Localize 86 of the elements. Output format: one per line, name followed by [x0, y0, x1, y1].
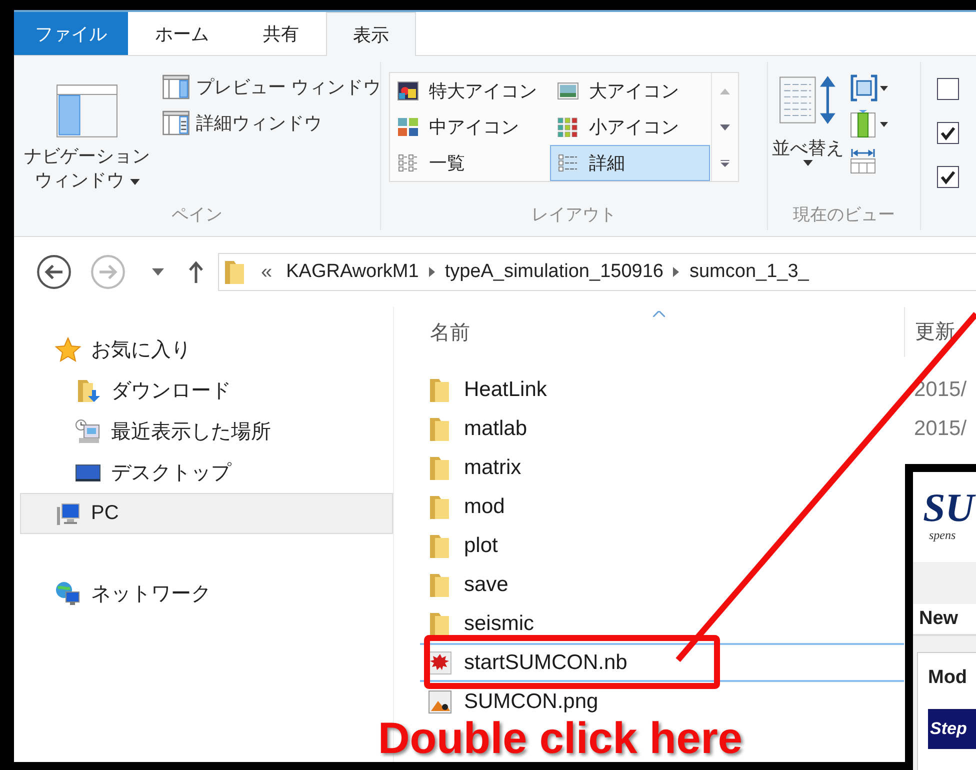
nav-item[interactable]: デスクトップ	[20, 452, 393, 493]
list-icon	[397, 153, 419, 173]
recent-places-icon	[75, 418, 101, 444]
file-row[interactable]: save	[420, 565, 904, 604]
file-name: matrix	[464, 456, 522, 480]
image-file-icon	[428, 688, 452, 716]
tab-label[interactable]: New	[913, 604, 976, 636]
group-by-icon[interactable]	[850, 74, 890, 102]
file-row[interactable]: matlab	[420, 409, 904, 448]
pane-option-button[interactable]: プレビュー ウィンドウ	[160, 72, 384, 102]
file-name: SUMCON.png	[464, 690, 598, 714]
file-row[interactable]: seismic	[420, 604, 904, 643]
nav-item[interactable]: ネットワーク	[20, 573, 393, 614]
layout-option[interactable]: 小アイコン	[550, 109, 710, 145]
computer-icon	[55, 500, 81, 526]
file-name: seismic	[464, 612, 534, 636]
modified-date: 2015/	[914, 378, 967, 402]
chevron-icon[interactable]	[673, 267, 680, 277]
add-columns-icon[interactable]	[850, 110, 890, 138]
file-row[interactable]: plot	[420, 526, 904, 565]
layout-option[interactable]: 一覧	[390, 145, 550, 181]
section-title: Mod	[927, 666, 968, 689]
file-name: matlab	[464, 416, 528, 440]
notebook-file-icon	[428, 648, 452, 676]
breadcrumb[interactable]: KAGRAworkM1	[286, 261, 419, 283]
tagline: spens	[928, 528, 957, 543]
ribbon-tab[interactable]: 表示	[326, 12, 416, 56]
checkbox[interactable]	[937, 78, 959, 100]
caret-icon	[130, 178, 140, 185]
caret-icon[interactable]	[152, 268, 164, 276]
details-icon	[557, 153, 579, 173]
breadcrumb[interactable]: sumcon_1_3_	[689, 261, 809, 283]
navigation-pane-button[interactable]: ナビゲーション ウィンドウ	[22, 72, 152, 203]
pane-layout-icon	[162, 110, 190, 136]
file-row[interactable]: HeatLink	[420, 370, 904, 409]
column-header[interactable]: 更新	[904, 307, 955, 357]
step-banner: Step	[928, 709, 976, 749]
sort-button[interactable]: 並べ替え	[772, 72, 844, 203]
folder-icon	[223, 258, 247, 286]
checkbox[interactable]	[937, 166, 959, 188]
ribbon-tab[interactable]: 共有	[236, 12, 326, 55]
checkbox[interactable]	[937, 122, 959, 144]
overflow-chevron[interactable]: «	[257, 260, 276, 284]
breadcrumb[interactable]: typeA_simulation_150916	[444, 261, 664, 283]
download-folder-icon	[75, 378, 101, 404]
ribbon-tab[interactable]: ファイル	[14, 12, 128, 55]
nav-item[interactable]: お気に入り	[20, 329, 393, 370]
tiles-icon	[397, 117, 419, 137]
ribbon-tab[interactable]: ホーム	[128, 12, 236, 55]
file-name: HeatLink	[464, 378, 547, 402]
file-name: save	[464, 572, 508, 596]
group-label: ペイン	[170, 204, 224, 226]
layout-option[interactable]: 詳細	[550, 145, 710, 181]
scroll-down-icon[interactable]	[720, 124, 730, 130]
file-name: startSUMCON.nb	[464, 650, 628, 674]
sort-icon	[779, 76, 837, 124]
grid-icon	[557, 117, 579, 137]
modified-date: 2015/	[914, 416, 967, 440]
file-name: plot	[464, 534, 498, 558]
nav-item[interactable]: ダウンロード	[20, 370, 393, 411]
star-icon	[55, 336, 81, 362]
network-icon	[55, 580, 81, 606]
up-arrow-icon[interactable]	[188, 261, 204, 283]
pane-layout-icon	[162, 74, 190, 100]
file-row[interactable]: mod	[420, 487, 904, 526]
back-icon[interactable]	[36, 254, 72, 290]
pane-option-button[interactable]: 詳細ウィンドウ	[160, 108, 384, 138]
group-label: レイアウト	[530, 204, 618, 226]
expand-gallery-icon[interactable]	[720, 160, 730, 166]
picture-icon	[397, 81, 419, 101]
file-row[interactable]: matrix	[420, 448, 904, 487]
caret-icon	[803, 160, 813, 166]
nav-item[interactable]: PC	[20, 493, 393, 534]
file-name: mod	[464, 494, 505, 518]
logo-text: SU	[923, 488, 976, 528]
layout-option[interactable]: 中アイコン	[390, 109, 550, 145]
picture-icon	[557, 81, 579, 101]
pane-layout-icon	[56, 84, 118, 138]
file-row[interactable]: startSUMCON.nb	[420, 643, 904, 682]
column-header[interactable]: 名前	[430, 318, 470, 346]
group-label: 現在のビュー	[792, 204, 896, 226]
chevron-icon[interactable]	[428, 267, 435, 277]
nav-item[interactable]: 最近表示した場所	[20, 411, 393, 452]
layout-option[interactable]: 大アイコン	[550, 73, 710, 109]
address-bar[interactable]: « KAGRAworkM1 typeA_simulation_150916 sumcon_1_3_	[218, 253, 976, 291]
layout-option[interactable]: 特大アイコン	[390, 73, 550, 109]
